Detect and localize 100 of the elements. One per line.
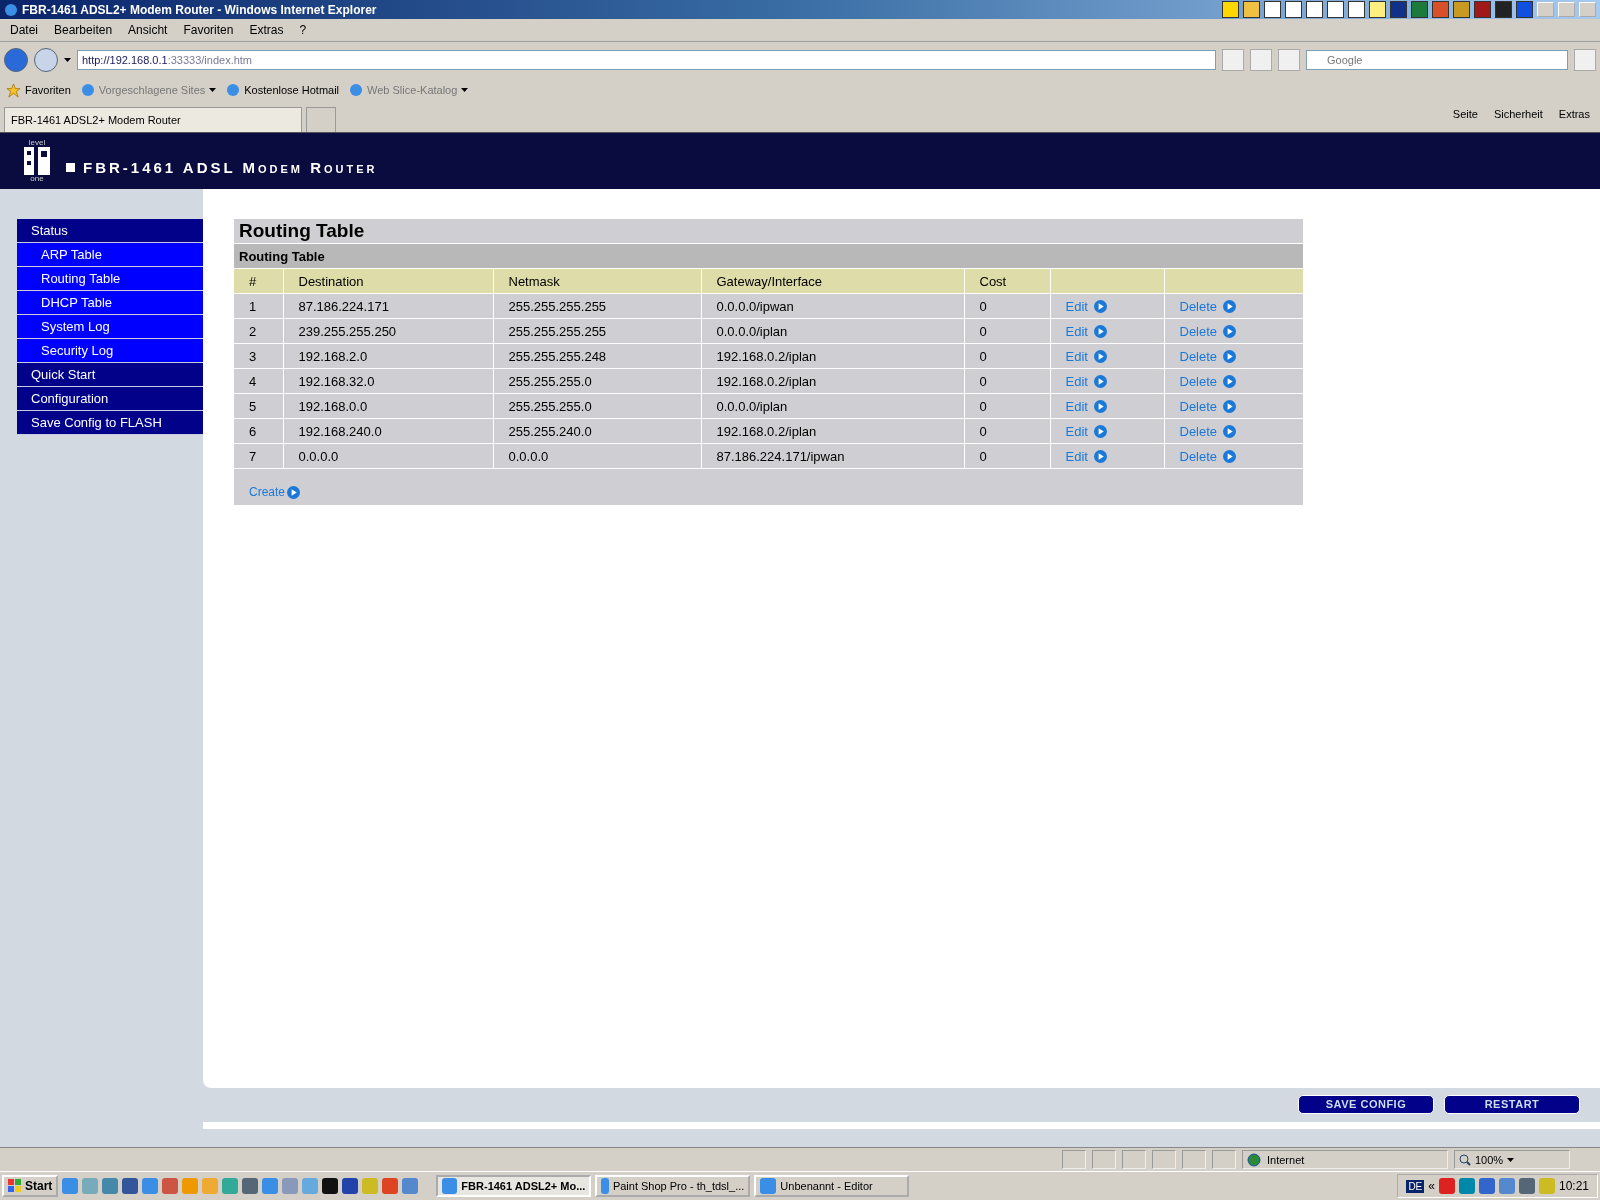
caret-icon [64, 58, 71, 62]
start-button[interactable]: Start [2, 1175, 59, 1197]
table-cell: 3 [234, 343, 283, 369]
star-icon[interactable] [6, 82, 21, 98]
menu-item[interactable]: Bearbeiten [46, 23, 121, 37]
taskbar-button[interactable]: Paint Shop Pro - th_tdsl_... [595, 1175, 751, 1197]
table-cell: 1 [234, 293, 283, 319]
app-icon[interactable] [1306, 1, 1323, 18]
menu-item[interactable]: Extras [241, 23, 292, 37]
table-cell: 0.0.0.0/iplan [701, 318, 964, 344]
taskbar-button[interactable]: FBR-1461 ADSL2+ Mo... [436, 1175, 592, 1197]
table-cell: 4 [234, 368, 283, 394]
app-icon[interactable] [1264, 1, 1281, 18]
sidebar-item[interactable]: ARP Table [17, 243, 203, 267]
play-circle-icon [1223, 374, 1237, 388]
play-circle-icon [1093, 399, 1107, 413]
menu-item[interactable]: Ansicht [120, 23, 176, 37]
refresh-button[interactable] [1250, 49, 1272, 71]
play-circle-icon [1223, 399, 1237, 413]
table-cell: 7 [234, 443, 283, 469]
column-header: # [234, 269, 283, 294]
tray-icon[interactable] [1478, 1178, 1495, 1194]
sidebar-item[interactable]: Routing Table [17, 267, 203, 291]
play-circle-icon [1223, 324, 1237, 338]
table-cell: 192.168.0.0 [283, 393, 493, 419]
tray-icon[interactable] [1438, 1178, 1455, 1194]
restore-button[interactable] [1558, 2, 1575, 17]
close-button[interactable] [1579, 2, 1596, 17]
search-button[interactable] [1574, 49, 1596, 71]
menu-item[interactable]: Favoriten [175, 23, 242, 37]
router-title: FBR-1461 ADSL Modem Router [66, 158, 378, 176]
save-config-button[interactable]: SAVE CONFIG [1298, 1094, 1434, 1114]
status-panel [1062, 1150, 1086, 1169]
sidebar-item[interactable]: Configuration [17, 387, 203, 411]
play-circle-icon [287, 485, 301, 499]
language-indicator[interactable]: DE [1406, 1179, 1425, 1193]
menu-item[interactable]: Datei [2, 23, 46, 37]
command-menu[interactable]: Extras [1552, 108, 1596, 126]
tray-icon[interactable] [1518, 1178, 1535, 1194]
table-cell: 0.0.0.0/iplan [701, 393, 964, 419]
table-cell: 0 [964, 318, 1050, 344]
play-circle-icon [1093, 299, 1107, 313]
forward-button[interactable] [34, 48, 58, 72]
stop-button[interactable] [1278, 49, 1300, 71]
table-cell: 87.186.224.171/ipwan [701, 443, 964, 469]
sidebar-item[interactable]: System Log [17, 315, 203, 339]
clock: 10:21 [1558, 1179, 1589, 1193]
play-circle-icon [1223, 449, 1237, 463]
app-icon[interactable] [1222, 1, 1239, 18]
app-icon[interactable] [1348, 1, 1365, 18]
quick-launch-icon[interactable] [322, 1178, 339, 1194]
sidebar-item[interactable]: Quick Start [17, 363, 203, 387]
search-field[interactable]: Google [1306, 50, 1568, 70]
command-menu[interactable]: Seite [1446, 108, 1484, 126]
play-circle-icon [1093, 424, 1107, 438]
globe-icon [1247, 1152, 1261, 1167]
status-panel [1212, 1150, 1236, 1169]
quick-launch-icon[interactable] [342, 1178, 359, 1194]
logo: level one [22, 139, 52, 183]
compatibility-button[interactable] [1222, 49, 1244, 71]
table-cell: 255.255.255.0 [493, 368, 701, 394]
new-tab-button[interactable] [306, 107, 336, 132]
play-circle-icon [1093, 449, 1107, 463]
column-header: Netmask [493, 269, 701, 294]
status-panel [1122, 1150, 1146, 1169]
command-menu[interactable]: Sicherheit [1487, 108, 1549, 126]
sidebar-item[interactable]: Save Config to FLASH [17, 411, 203, 435]
tray-icon[interactable] [1498, 1178, 1515, 1194]
menu-item[interactable]: ? [291, 23, 315, 37]
table-cell: 192.168.0.2/iplan [701, 343, 964, 369]
minimize-button[interactable] [1537, 2, 1554, 17]
app-icon[interactable] [1243, 1, 1260, 18]
play-circle-icon [1223, 349, 1237, 363]
tray-expand-button[interactable]: « [1428, 1179, 1435, 1193]
app-icon[interactable] [1285, 1, 1302, 18]
window-title: FBR-1461 ADSL2+ Modem Router - Windows Internet Explorer [22, 2, 378, 17]
restart-button[interactable]: RESTART [1444, 1094, 1580, 1114]
app-icon[interactable] [1327, 1, 1344, 18]
favorites-link[interactable]: Kostenlose Hotmail [226, 83, 340, 97]
table-cell: 239.255.255.250 [283, 318, 493, 344]
browser-tab[interactable]: FBR-1461 ADSL2+ Modem Router [4, 107, 302, 132]
sidebar-item[interactable]: DHCP Table [17, 291, 203, 315]
play-circle-icon [1093, 324, 1107, 338]
caret-icon [209, 88, 217, 92]
table-cell: 2 [234, 318, 283, 344]
address-field[interactable]: http://192.168.0.1:33333/index.htm [77, 50, 1216, 70]
favorites-button[interactable]: Favoriten [6, 82, 71, 98]
sidebar-item[interactable]: Status [17, 219, 203, 243]
zoom-control[interactable]: 100% [1454, 1150, 1570, 1169]
table-cell: 0.0.0.0 [493, 443, 701, 469]
table-caption: Routing Table [234, 244, 1303, 269]
table-cell: 0 [964, 368, 1050, 394]
table-cell: 255.255.240.0 [493, 418, 701, 444]
taskbar-button[interactable]: Unbenannt - Editor [754, 1175, 910, 1197]
back-button[interactable] [4, 48, 28, 72]
app-icon[interactable] [1369, 1, 1386, 18]
tray-icon[interactable] [1458, 1178, 1475, 1194]
table-cell: 0.0.0.0 [283, 443, 493, 469]
table-cell: 192.168.0.2/iplan [701, 368, 964, 394]
sidebar-item[interactable]: Security Log [17, 339, 203, 363]
